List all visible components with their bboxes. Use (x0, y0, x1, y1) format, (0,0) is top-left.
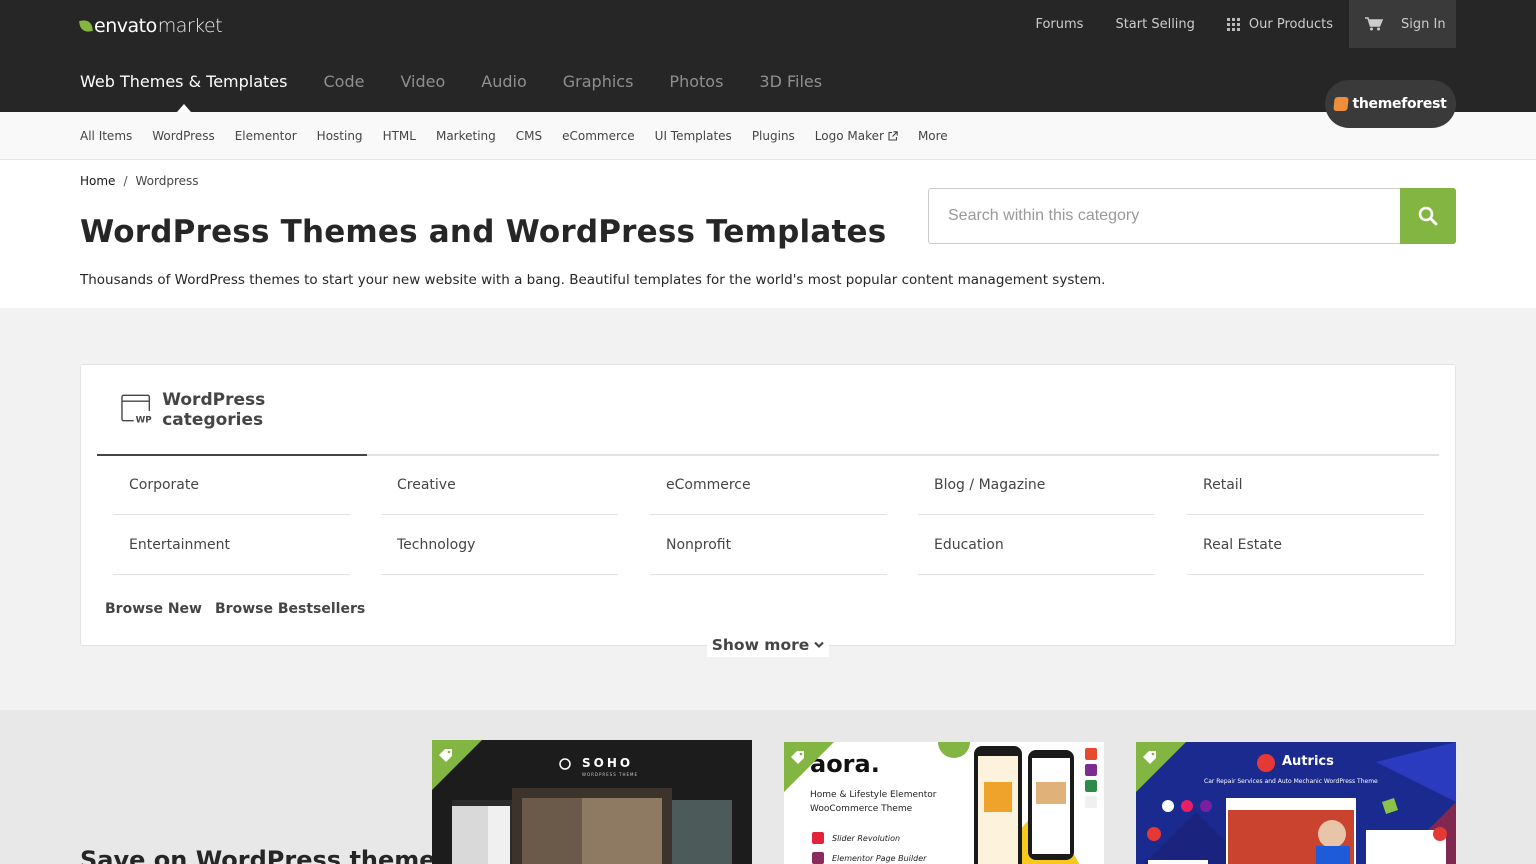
our-products-label: Our Products (1248, 16, 1333, 32)
top-bar: envato market Forums Start Selling Our P… (0, 0, 1536, 112)
breadcrumb-current: Wordpress (135, 174, 199, 188)
autrics-tagline: Car Repair Services and Auto Mechanic Wo… (1204, 778, 1378, 785)
wordpress-categories-panel: WP WordPress categories Corporate Creati… (80, 364, 1456, 657)
soho-tagline: WORDPRESS THEME (582, 772, 638, 777)
aora-feature1: Slider Revolution (832, 834, 901, 843)
logo-text: envato (94, 15, 157, 37)
forums-link[interactable]: Forums (1035, 17, 1083, 32)
sub-nav-all-items[interactable]: All Items (80, 129, 132, 143)
show-more-label: Show more (711, 636, 810, 654)
promo-section: Save on WordPress themes SOHO WORDPRESS … (0, 710, 1536, 864)
price-tag-icon (439, 749, 452, 762)
sub-nav: All Items WordPress Elementor Hosting HT… (0, 112, 1536, 160)
breadcrumb-separator: / (123, 174, 128, 188)
wordpress-window-icon: WP (121, 394, 153, 425)
top-links: Forums Start Selling Our Products Sign I… (1003, 0, 1456, 48)
search-icon (1418, 206, 1438, 226)
categories-title: WordPress categories (162, 389, 266, 430)
sub-nav-html[interactable]: HTML (383, 129, 416, 143)
our-products-menu[interactable]: Our Products (1226, 16, 1333, 32)
aora-feature2: Elementor Page Builder (832, 854, 927, 863)
sub-nav-cms[interactable]: CMS (516, 129, 542, 143)
sign-in-button[interactable]: Sign In (1349, 0, 1456, 48)
page-description: Thousands of WordPress themes to start y… (80, 272, 1106, 288)
category-education[interactable]: Education (918, 515, 1155, 575)
page-title: WordPress Themes and WordPress Templates (80, 214, 887, 250)
sub-nav-hosting[interactable]: Hosting (317, 129, 363, 143)
sub-nav-ecommerce[interactable]: eCommerce (562, 129, 635, 143)
main-nav-video[interactable]: Video (400, 72, 445, 96)
sign-in-label: Sign In (1401, 16, 1446, 32)
cart-icon (1365, 17, 1383, 31)
autrics-brand: Autrics (1282, 754, 1334, 769)
external-link-icon (888, 130, 898, 141)
category-technology[interactable]: Technology (381, 515, 618, 575)
categories-tab[interactable]: WP WordPress categories (97, 365, 367, 456)
sub-nav-logo-maker[interactable]: Logo Maker (815, 129, 898, 143)
browse-new-link[interactable]: Browse New (105, 601, 202, 617)
aora-line2: WooCommerce Theme (810, 804, 913, 814)
logo-maker-label: Logo Maker (814, 128, 884, 143)
envato-market-logo[interactable]: envato market (79, 14, 223, 38)
envato-leaf-icon (79, 19, 93, 33)
promo-title: Save on WordPress themes (80, 846, 450, 864)
svg-text:WP: WP (136, 415, 153, 425)
category-blog-magazine[interactable]: Blog / Magazine (918, 455, 1155, 515)
search-button[interactable] (1400, 188, 1456, 244)
main-nav-audio[interactable]: Audio (481, 72, 526, 96)
breadcrumb-home[interactable]: Home (80, 174, 115, 188)
main-nav-graphics[interactable]: Graphics (563, 72, 634, 96)
category-corporate[interactable]: Corporate (113, 455, 350, 515)
soho-brand: SOHO (582, 756, 634, 770)
themeforest-label: themeforest (1352, 96, 1447, 112)
category-real-estate[interactable]: Real Estate (1187, 515, 1424, 575)
category-entertainment[interactable]: Entertainment (113, 515, 350, 575)
category-search (928, 188, 1456, 244)
sub-nav-elementor[interactable]: Elementor (235, 129, 297, 143)
price-tag-icon (791, 751, 804, 764)
main-nav-3d-files[interactable]: 3D Files (759, 72, 822, 96)
promo-card-autrics[interactable]: Autrics Car Repair Services and Auto Mec… (1136, 742, 1456, 864)
sub-nav-marketing[interactable]: Marketing (436, 129, 496, 143)
main-nav-code[interactable]: Code (323, 72, 364, 96)
browse-bestsellers-link[interactable]: Browse Bestsellers (215, 601, 365, 617)
sub-nav-plugins[interactable]: Plugins (752, 129, 795, 143)
show-more-button[interactable]: Show more (707, 633, 829, 657)
promo-card-soho[interactable]: SOHO WORDPRESS THEME (432, 740, 752, 864)
main-nav-photos[interactable]: Photos (669, 72, 723, 96)
start-selling-link[interactable]: Start Selling (1115, 17, 1194, 32)
sub-nav-more[interactable]: More (918, 129, 948, 143)
promo-card-aora[interactable]: aora. Home & Lifestyle Elementor WooComm… (784, 742, 1104, 864)
main-nav-web-themes[interactable]: Web Themes & Templates (80, 72, 287, 112)
themeforest-badge[interactable]: themeforest (1325, 80, 1456, 128)
themeforest-logo-icon (1333, 97, 1350, 111)
price-tag-icon (1143, 751, 1156, 764)
category-header: Home / Wordpress WordPress Themes and Wo… (0, 160, 1536, 308)
breadcrumb: Home / Wordpress (80, 174, 199, 188)
sub-nav-wordpress[interactable]: WordPress (152, 129, 214, 143)
category-retail[interactable]: Retail (1187, 455, 1424, 515)
grid-icon (1226, 17, 1240, 31)
category-nonprofit[interactable]: Nonprofit (650, 515, 887, 575)
category-ecommerce[interactable]: eCommerce (650, 455, 887, 515)
category-creative[interactable]: Creative (381, 455, 618, 515)
sub-nav-ui-templates[interactable]: UI Templates (655, 129, 732, 143)
logo-subtext: market (157, 15, 223, 37)
main-nav: Web Themes & Templates Code Video Audio … (80, 72, 858, 112)
chevron-down-icon (814, 641, 825, 649)
search-input[interactable] (928, 188, 1400, 244)
